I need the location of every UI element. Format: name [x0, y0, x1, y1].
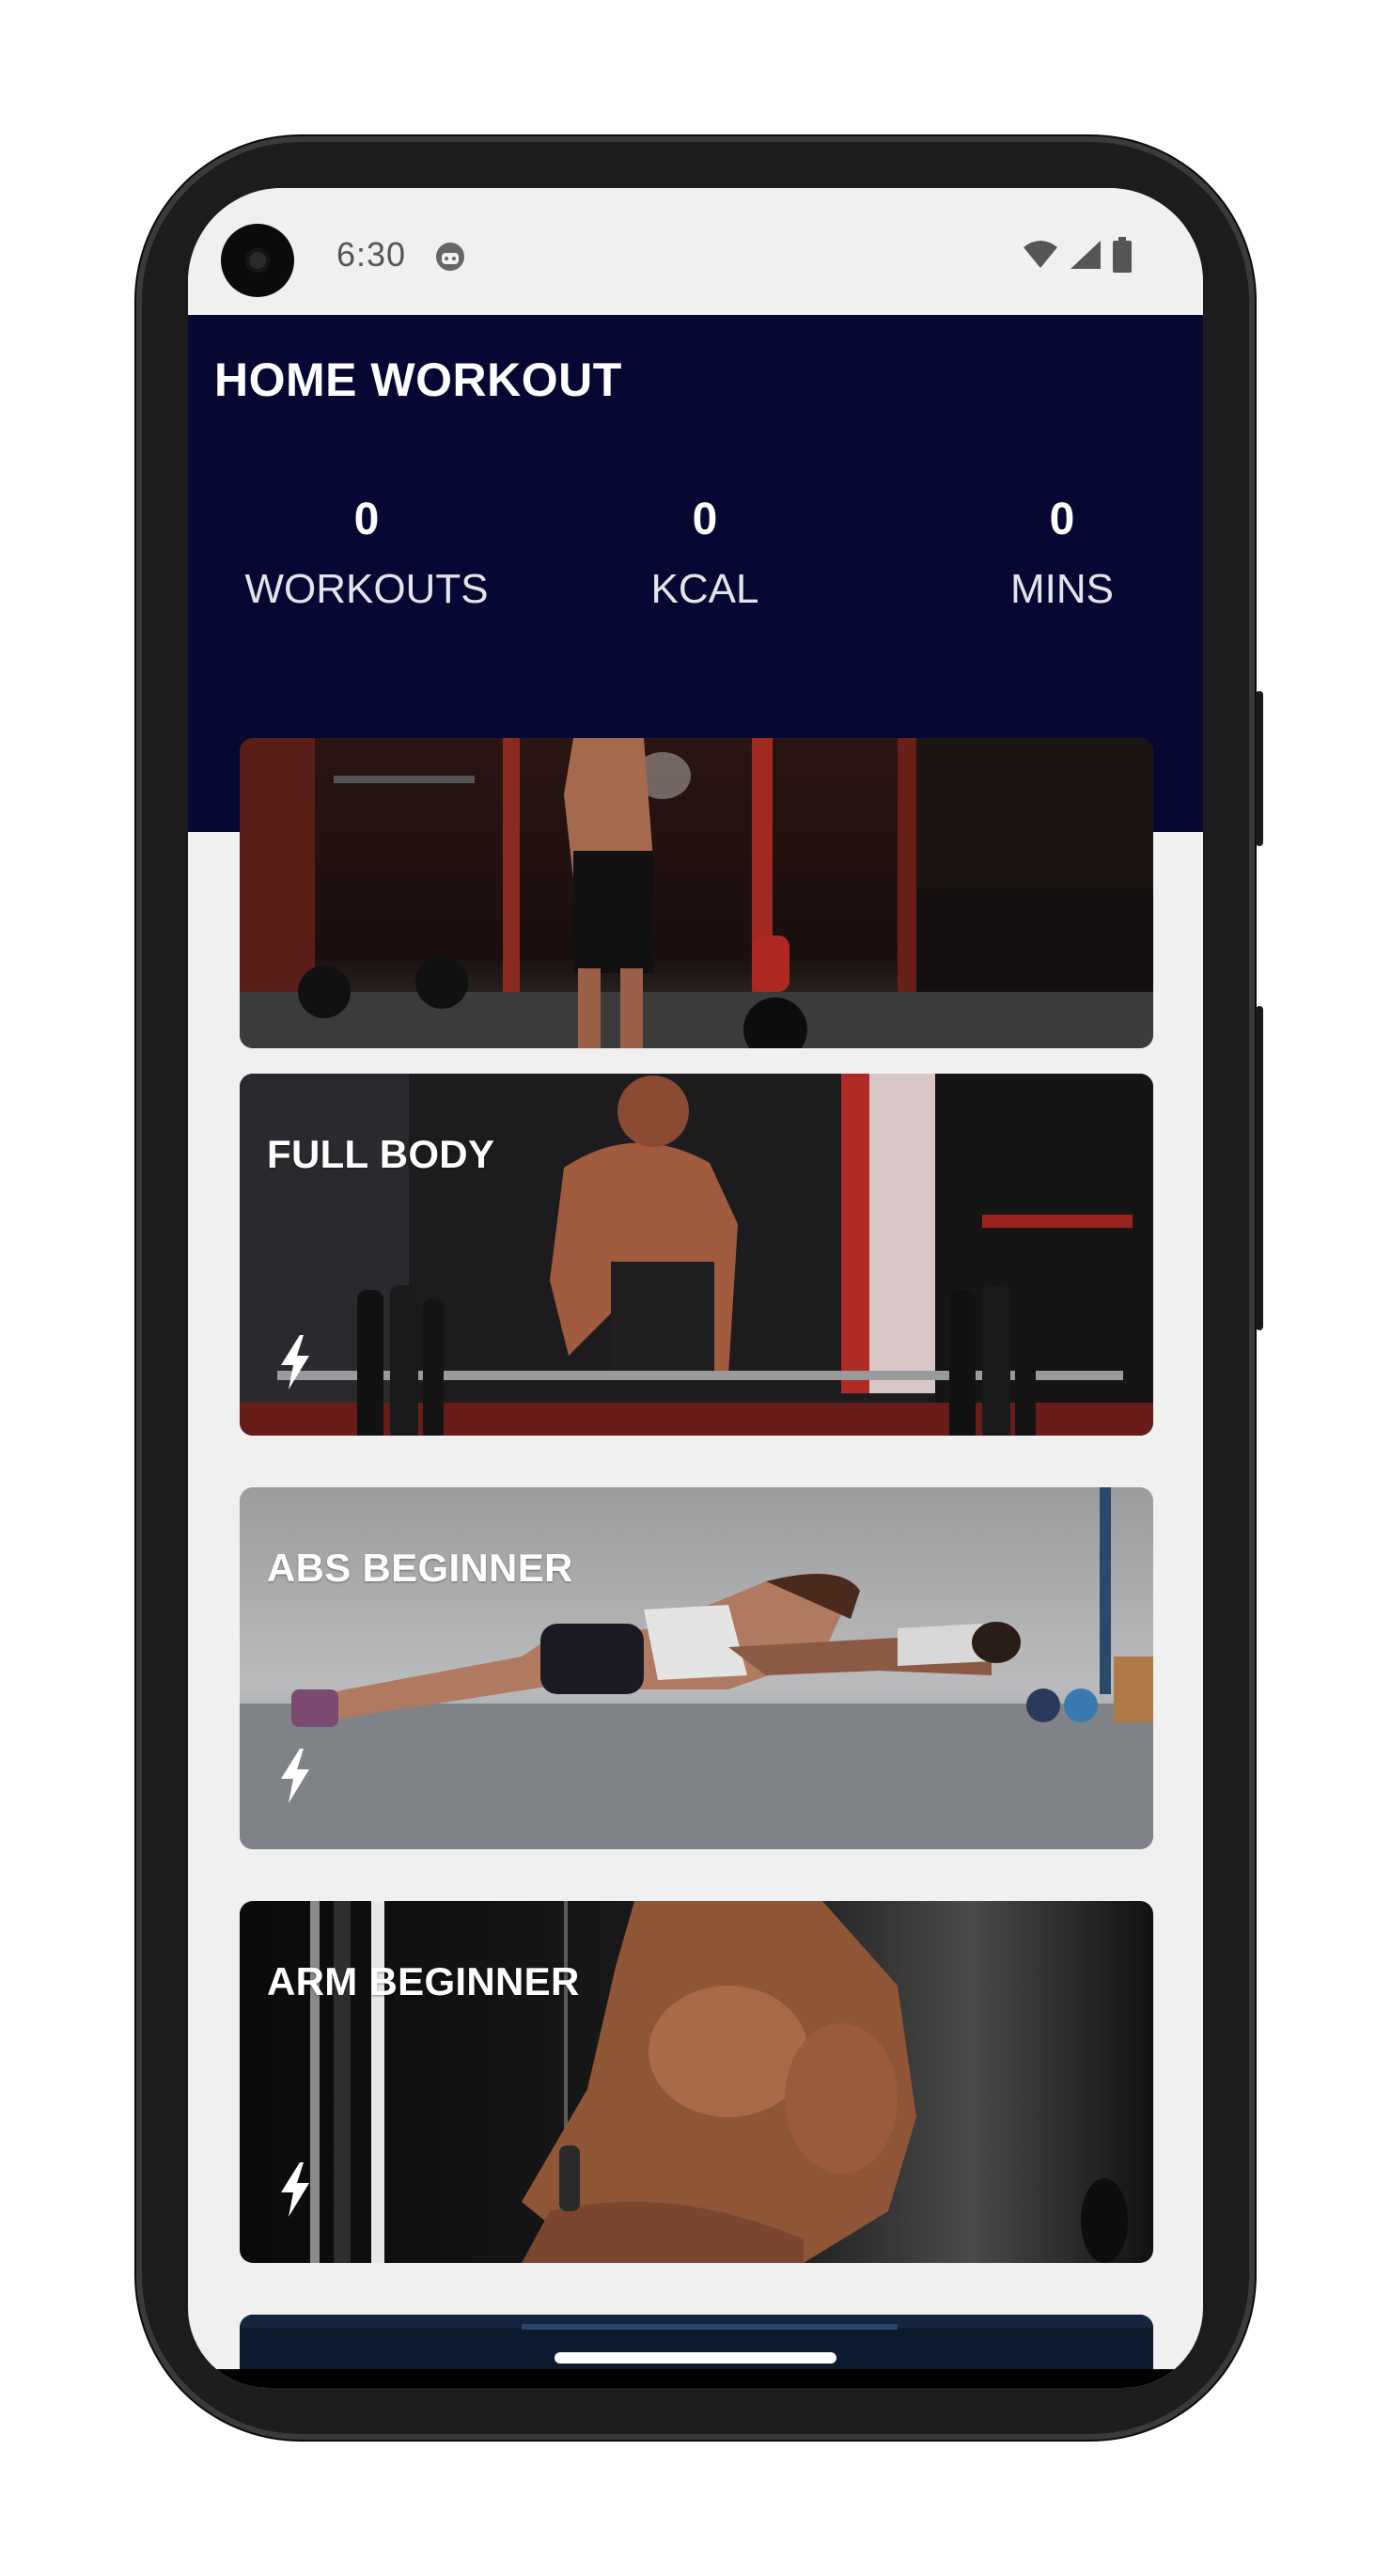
workout-card-title: ARM BEGINNER: [267, 1959, 580, 2003]
battery-icon: [1113, 237, 1132, 273]
status-time: 6:30: [336, 235, 407, 274]
workout-card-arm-beginner[interactable]: ARM BEGINNER: [240, 1901, 1153, 2263]
bolt-icon: [281, 2162, 309, 2217]
signal-icon: [1071, 241, 1101, 269]
status-bar: 6:30: [188, 188, 1203, 315]
stat-kcal-value: 0: [692, 495, 718, 544]
status-icons: [1022, 237, 1133, 273]
navigation-bar: [188, 2369, 1203, 2388]
volume-button: [1256, 1006, 1263, 1330]
stat-workouts: 0 WORKOUTS: [244, 494, 489, 613]
stat-kcal-label: KCAL: [650, 566, 759, 612]
stat-workouts-value: 0: [353, 495, 380, 544]
wifi-icon: [1024, 241, 1057, 268]
stat-mins-value: 0: [1049, 495, 1075, 544]
app-title: HOME WORKOUT: [214, 353, 622, 406]
bolt-icon: [281, 1335, 309, 1390]
phone-screen: 6:30 HOME WORKOUT 0 WORKOUTS 0 KCAL 0 MI…: [188, 188, 1203, 2388]
bolt-icon: [281, 1749, 309, 1803]
workout-card-title: FULL BODY: [267, 1132, 495, 1176]
stat-kcal: 0 KCAL: [611, 494, 799, 613]
hero-banner-image: [240, 738, 1153, 1048]
android-face-icon: [436, 243, 464, 271]
stat-mins: 0 MINS: [968, 494, 1156, 613]
stat-workouts-label: WORKOUTS: [244, 566, 489, 612]
workout-card-title: ABS BEGINNER: [267, 1546, 573, 1590]
power-button: [1256, 691, 1263, 846]
workout-card-full-body[interactable]: FULL BODY: [240, 1074, 1153, 1436]
stat-mins-label: MINS: [1010, 566, 1114, 612]
camera-hole: [221, 224, 294, 297]
home-gesture-handle[interactable]: [555, 2352, 836, 2364]
workout-card-abs-beginner[interactable]: ABS BEGINNER: [240, 1487, 1153, 1849]
